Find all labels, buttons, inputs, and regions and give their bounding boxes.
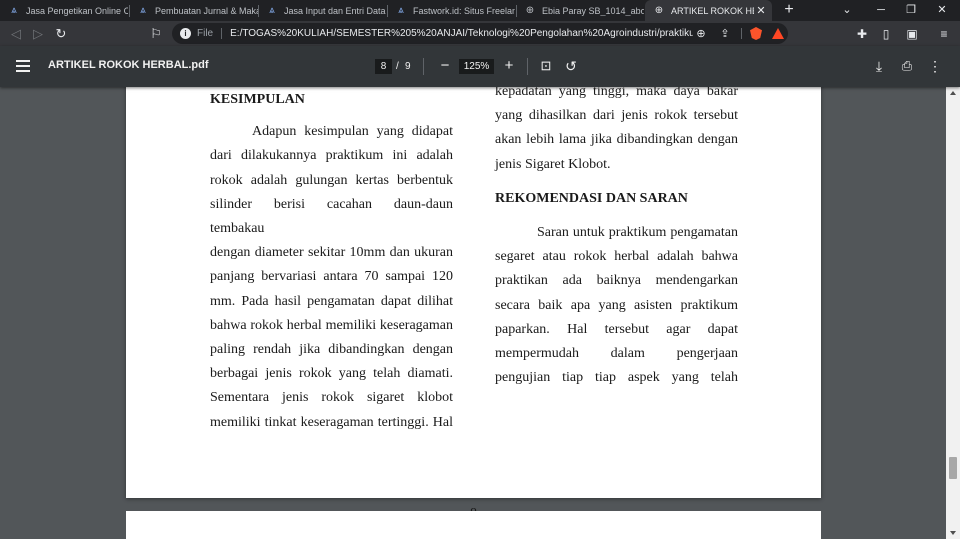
download-icon[interactable]: ⤓ (869, 56, 889, 76)
minimize-button[interactable]: ─ (867, 0, 895, 21)
paragraph-line: paparkan. Hal tersebut agar dapat (495, 321, 738, 337)
scrollbar-thumb[interactable] (949, 457, 957, 479)
reload-button[interactable]: ↻ (51, 24, 71, 44)
tab-3[interactable]: ⩓ Jasa Input dan Entri Data O (258, 0, 386, 21)
toolbar-divider (423, 58, 424, 75)
next-pdf-page (126, 511, 821, 539)
globe-icon: ⊕ (654, 5, 664, 16)
url-text[interactable]: E:/TOGAS%20KULIAH/SEMESTER%205%20ANJAI/T… (230, 28, 693, 39)
paragraph-line: jenis Sigaret Klobot. (495, 156, 611, 172)
paragraph-line: Adapun kesimpulan yang didapat (252, 124, 453, 140)
paragraph-line: memiliki tinkat keseragaman tertinggi. H… (210, 414, 453, 430)
paragraph-line: mempermudah dalam pengerjaan (495, 346, 738, 362)
brave-rewards-icon[interactable] (772, 28, 784, 39)
left-column: KESIMPULAN Adapun kesimpulan yang didapa… (210, 88, 453, 435)
tab-title: ARTIKEL ROKOK HERBA (671, 5, 754, 16)
outline-menu-button[interactable] (16, 60, 30, 72)
pdf-page: KESIMPULAN Adapun kesimpulan yang didapa… (126, 87, 821, 521)
paragraph-line: pengujian tiap tiap aspek yang telah (495, 370, 738, 386)
more-actions-icon[interactable]: ⋮ (925, 56, 945, 76)
tab-title: Fastwork.id: Situs Freelance (413, 5, 515, 16)
zoom-out-button[interactable]: − (435, 56, 455, 76)
paragraph-line: bahwa rokok herbal memiliki keseragaman (210, 317, 453, 333)
extensions-icon[interactable]: ✚ (852, 24, 872, 44)
menu-icon[interactable]: ≡ (934, 24, 954, 44)
url-scheme: File (197, 28, 214, 39)
tab-strip: ⩓ Jasa Pengetikan Online Cep ⩓ Pembuatan… (0, 0, 960, 21)
paragraph-line: segaret atau rokok herbal adalah bahwa (495, 249, 738, 265)
rotate-icon[interactable]: ↺ (561, 56, 581, 76)
toolbar-divider (527, 58, 528, 75)
tab-1[interactable]: ⩓ Jasa Pengetikan Online Cep (0, 0, 128, 21)
restore-button[interactable]: ❐ (897, 0, 925, 21)
tab-5[interactable]: ⊕ Ebia Paray SB_1014_abon ik (516, 0, 644, 21)
paragraph-line: panjang bervariasi antara 70 sampai 120 (210, 269, 453, 285)
paragraph-line: silinder berisi cacahan daun-daun tembak… (210, 196, 453, 237)
omnibox-divider (221, 28, 223, 39)
tab-title: Pembuatan Jurnal & Makal (155, 5, 258, 16)
page-total: 9 (405, 61, 411, 72)
fastwork-icon: ⩓ (398, 5, 404, 16)
zoom-icon[interactable]: ⊕ (693, 26, 709, 42)
fastwork-icon: ⩓ (269, 5, 275, 16)
paragraph-line: berbagai jenis rokok yang telah diamati. (210, 366, 453, 382)
paragraph-line: Saran untuk praktikum pengamatan (537, 225, 738, 241)
fastwork-icon: ⩓ (11, 5, 17, 16)
omnibox-divider (741, 28, 742, 39)
paragraph-line: dengan diameter sekitar 10mm dan ukuran (210, 245, 453, 261)
tab-active-pdf[interactable]: ⊕ ARTIKEL ROKOK HERBA ✕ (645, 0, 772, 21)
new-tab-button[interactable]: + (780, 1, 798, 19)
bookmark-icon[interactable]: ⚐ (146, 24, 166, 44)
address-bar[interactable]: i File E:/TOGAS%20KULIAH/SEMESTER%205%20… (172, 23, 788, 44)
tab-4[interactable]: ⩓ Fastwork.id: Situs Freelance (387, 0, 515, 21)
brave-shields-icon[interactable] (750, 27, 762, 40)
forward-button[interactable]: ▷ (28, 24, 48, 44)
page-separator: / (396, 61, 399, 72)
paragraph-line: mm. Pada hasil pengamatan dapat dilihat (210, 293, 453, 309)
paragraph-line: yang dihasilkan dari jenis rokok tersebu… (495, 108, 738, 124)
section-heading: KESIMPULAN (210, 92, 305, 107)
pdf-title: ARTIKEL ROKOK HERBAL.pdf (48, 59, 209, 71)
paragraph-line: akan lebih lama jika dibandingkan dengan (495, 132, 738, 148)
browser-toolbar: ◁ ▷ ↻ ⚐ i File E:/TOGAS%20KULIAH/SEMESTE… (0, 21, 960, 46)
zoom-in-button[interactable]: + (499, 56, 519, 76)
tab-search-icon[interactable]: ⌄ (833, 0, 861, 21)
info-icon[interactable]: i (180, 28, 191, 39)
tab-title: Jasa Input dan Entri Data O (284, 5, 386, 16)
section-heading: REKOMENDASI DAN SARAN (495, 190, 688, 206)
tab-2[interactable]: ⩓ Pembuatan Jurnal & Makal (129, 0, 258, 21)
paragraph-line: secara baik apa yang asisten praktikum (495, 297, 738, 313)
paragraph-line: praktikan ada baiknya mendengarkan (495, 273, 738, 289)
pdf-viewer[interactable]: KESIMPULAN Adapun kesimpulan yang didapa… (0, 87, 946, 539)
right-column: kepadatan yang tinggi, maka daya bakar y… (495, 87, 738, 390)
sidebar-icon[interactable]: ▯ (876, 24, 896, 44)
close-window-button[interactable]: ✕ (928, 0, 956, 21)
paragraph-line: rokok adalah gulungan kertas berbentuk (210, 172, 453, 188)
tab-title: Jasa Pengetikan Online Cep (26, 5, 128, 16)
paragraph-line: paling rendah jika dibandingkan dengan (210, 342, 453, 358)
print-icon[interactable]: ⎙ (897, 56, 917, 76)
back-button[interactable]: ◁ (6, 24, 26, 44)
fit-to-page-icon[interactable]: ⊡ (536, 56, 556, 76)
paragraph-line: kepadatan yang tinggi, maka daya bakar (495, 87, 738, 99)
fastwork-icon: ⩓ (140, 5, 146, 16)
pdf-toolbar: ARTIKEL ROKOK HERBAL.pdf 8 / 9 − 125% + … (0, 46, 960, 87)
tab-title: Ebia Paray SB_1014_abon ik (542, 5, 644, 16)
close-tab-icon[interactable]: ✕ (754, 4, 768, 17)
page-number-input[interactable]: 8 (375, 59, 392, 74)
globe-icon: ⊕ (525, 5, 535, 16)
scroll-up-arrow-icon[interactable] (950, 91, 956, 95)
vertical-scrollbar[interactable] (946, 87, 960, 539)
share-icon[interactable]: ⇪ (717, 26, 733, 42)
wallet-icon[interactable]: ▣ (902, 24, 922, 44)
paragraph-line: dari dilakukannya praktikum ini adalah (210, 148, 453, 164)
zoom-input[interactable]: 125% (459, 59, 494, 74)
scroll-down-arrow-icon[interactable] (950, 531, 956, 535)
paragraph-line: Sementara jenis rokok sigaret klobot (210, 390, 453, 406)
